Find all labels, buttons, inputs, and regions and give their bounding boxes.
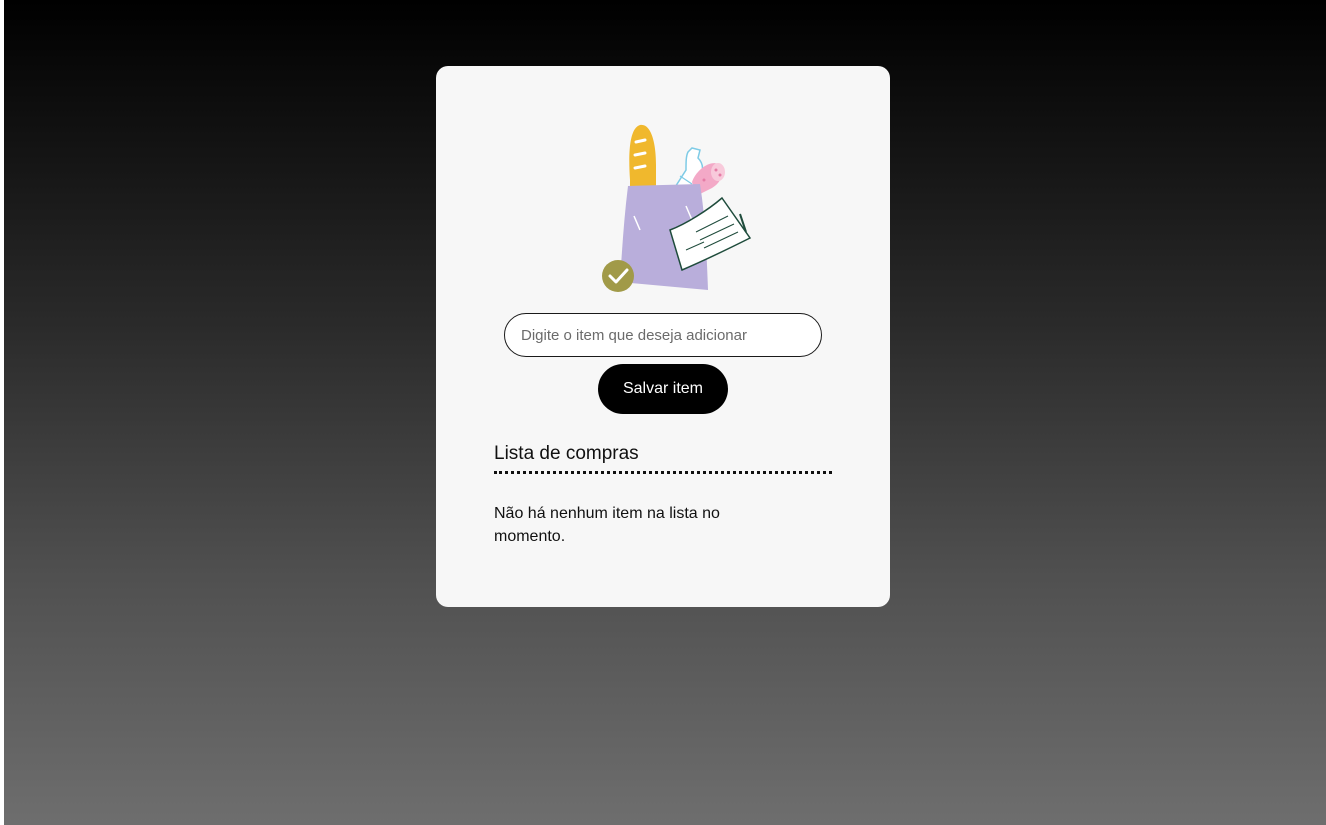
empty-list-message: Não há nenhum item na lista no momento. <box>494 505 720 545</box>
item-input[interactable] <box>504 313 822 357</box>
save-item-button[interactable]: Salvar item <box>598 364 728 414</box>
grocery-bag-illustration <box>602 124 752 292</box>
window-edge <box>0 0 4 825</box>
check-badge-icon <box>602 260 634 292</box>
list-title: Lista de compras <box>494 443 639 464</box>
list-divider <box>494 471 832 474</box>
bread-icon <box>629 124 656 192</box>
shopping-list-card: Salvar item Lista de compras Não há nenh… <box>436 66 890 607</box>
